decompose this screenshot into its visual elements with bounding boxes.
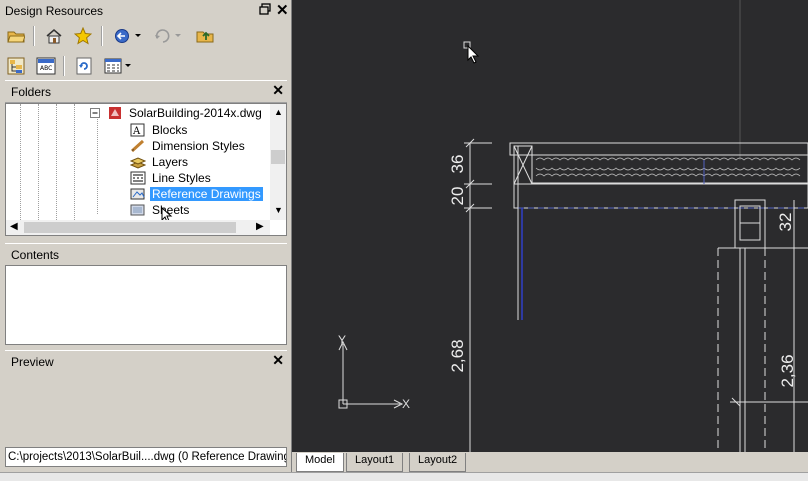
preview-pane: [5, 372, 287, 444]
up-icon[interactable]: [194, 25, 216, 47]
preview-header: Preview ✕: [5, 350, 287, 373]
scroll-thumb[interactable]: [24, 222, 236, 233]
scroll-down-icon[interactable]: ▼: [274, 205, 283, 215]
status-path: C:\projects\2013\SolarBuil....dwg (0 Ref…: [5, 447, 287, 467]
tree-item-label: Blocks: [152, 123, 188, 137]
scroll-up-icon[interactable]: ▲: [274, 107, 283, 117]
dimension-text: 2,36: [778, 354, 797, 388]
tree-item-line-styles[interactable]: Line Styles: [130, 170, 213, 186]
drawing-svg: [338, 0, 808, 452]
tree-horizontal-scrollbar[interactable]: ◀ ▶: [6, 220, 270, 235]
tree-item-label: Dimension Styles: [152, 139, 245, 153]
tree-item-label: Reference Drawings: [150, 187, 263, 201]
scroll-right-icon[interactable]: ▶: [256, 221, 264, 232]
tree-root[interactable]: SolarBuilding-2014x.dwg: [90, 105, 264, 121]
tree-guide-line: [20, 104, 21, 222]
contents-label: Contents: [11, 248, 60, 262]
ucs-x-label: X: [402, 397, 411, 411]
palette-title: Design Resources: [5, 4, 104, 18]
collapse-icon[interactable]: [90, 107, 101, 119]
refresh-icon[interactable]: [73, 55, 95, 77]
tab-layout1[interactable]: Layout1: [346, 453, 404, 472]
design-resources-palette: Design Resources ✕ ABC Folders ✕ SolarBu…: [0, 0, 292, 480]
toolbar-separator: [101, 26, 103, 46]
layout-tabs: Model Layout1 Layout2: [292, 452, 808, 472]
favorites-icon[interactable]: [72, 25, 94, 47]
tree-guide-line: [38, 104, 39, 222]
close-folders-icon[interactable]: ✕: [272, 82, 284, 99]
drawing-canvas[interactable]: 36 20 2,68 32 2,36 Y X: [292, 0, 808, 452]
scroll-left-icon[interactable]: ◀: [10, 221, 18, 232]
tree-guide-line: [56, 104, 57, 222]
folders-label: Folders: [11, 85, 52, 99]
folder-tree[interactable]: SolarBuilding-2014x.dwg A Blocks Dimensi…: [5, 103, 287, 236]
tree-item-label: Line Styles: [152, 171, 211, 185]
back-icon[interactable]: [111, 25, 145, 47]
dimension-text: 36: [448, 154, 467, 174]
toolbar-separator: [63, 56, 65, 76]
sheets-icon: [130, 203, 146, 217]
dimension-styles-icon: [130, 139, 146, 153]
restore-icon[interactable]: [259, 3, 271, 18]
tab-model[interactable]: Model: [296, 453, 344, 472]
tree-view-icon[interactable]: [5, 55, 27, 77]
views-icon[interactable]: [102, 55, 136, 77]
open-folder-icon[interactable]: [5, 25, 27, 47]
tree-item-dimension-styles[interactable]: Dimension Styles: [130, 138, 247, 154]
tree-item-layers[interactable]: Layers: [129, 154, 190, 170]
line-styles-icon: [130, 171, 146, 185]
dimension-text: 20: [448, 186, 467, 206]
folders-header: Folders ✕: [5, 80, 287, 103]
dimension-text: 32: [776, 212, 795, 232]
svg-text:ABC: ABC: [40, 65, 52, 72]
palette-title-bar[interactable]: Design Resources ✕: [0, 0, 290, 22]
blocks-icon: A: [130, 123, 146, 137]
close-preview-icon[interactable]: ✕: [272, 352, 284, 369]
reference-drawings-icon: [130, 187, 146, 201]
preview-icon[interactable]: ABC: [35, 55, 57, 77]
contents-pane[interactable]: [5, 265, 287, 345]
tree-guide-line: [97, 114, 98, 214]
scroll-thumb[interactable]: [271, 150, 285, 164]
toolbar-separator: [33, 26, 35, 46]
tree-guide-line: [74, 104, 75, 222]
tree-item-label: Layers: [152, 155, 189, 169]
tab-layout2[interactable]: Layout2: [409, 453, 467, 472]
close-palette-icon[interactable]: ✕: [276, 1, 289, 19]
tree-item-blocks[interactable]: A Blocks: [130, 122, 189, 138]
svg-text:A: A: [132, 126, 141, 137]
canvas-cursor-icon: [467, 44, 480, 64]
tree-vertical-scrollbar[interactable]: ▲ ▼: [270, 104, 286, 220]
layers-icon: [129, 155, 147, 169]
tree-root-label: SolarBuilding-2014x.dwg: [129, 106, 262, 120]
forward-icon[interactable]: [151, 25, 185, 47]
ucs-y-label: Y: [338, 333, 347, 347]
dimension-text: 2,68: [448, 339, 467, 373]
tree-item-reference-drawings[interactable]: Reference Drawings: [130, 186, 263, 202]
home-icon[interactable]: [43, 25, 65, 47]
contents-header: Contents: [5, 243, 287, 266]
dwg-file-icon: [107, 106, 123, 120]
preview-label: Preview: [11, 355, 54, 369]
